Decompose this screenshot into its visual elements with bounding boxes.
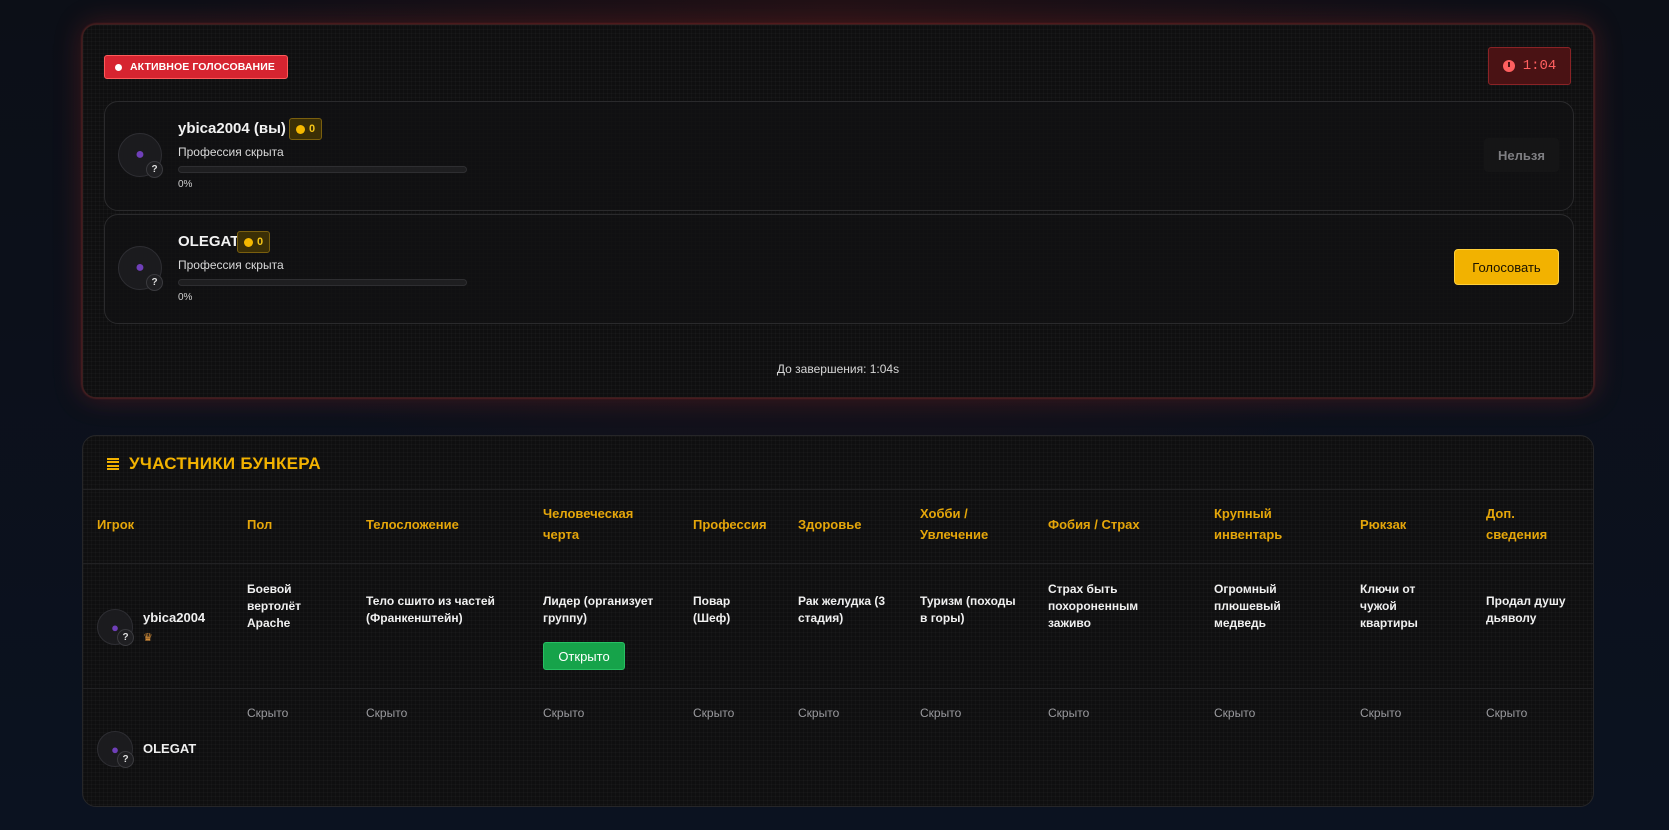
cell-gender: Боевой вертолёт Apache [247,582,301,630]
cell-hidden: Скрыто [247,706,289,720]
row-player-name: OLEGAT [143,741,197,756]
coin-icon [244,237,253,247]
active-vote-badge: АКТИВНОЕ ГОЛОСОВАНИЕ [104,55,288,79]
list-icon [107,457,119,471]
cell-hidden: Скрыто [366,706,408,720]
unknown-icon: ? [146,274,163,291]
divider [83,563,1593,564]
player-name: ybica2004 (вы) [178,120,286,137]
voting-panel: АКТИВНОЕ ГОЛОСОВАНИЕ 1:04 ● ? ybica2004 … [82,24,1594,398]
cell-hidden: Скрыто [1486,706,1528,720]
avatar: ● ? [97,609,134,646]
avatar: ● ? [97,731,134,768]
col-header-extra: Доп. сведения [1486,506,1548,542]
col-header-gender: Пол [247,517,273,532]
cell-hidden: Скрыто [693,706,735,720]
cell-hidden: Скрыто [1360,706,1402,720]
vote-timer: 1:04 [1488,47,1571,85]
active-vote-label: АКТИВНОЕ ГОЛОСОВАНИЕ [130,61,275,73]
cell-hidden: Скрыто [920,706,962,720]
timer-value: 1:04 [1522,58,1557,74]
vote-countdown-text: До завершения: 1:04s [776,362,900,376]
revealed-button[interactable]: Открыто [543,642,625,670]
cell-hobby: Туризм (походы в горы) [920,594,1016,625]
cell-hidden: Скрыто [1048,706,1090,720]
live-dot-icon [115,63,122,71]
unknown-icon: ? [117,751,134,768]
cell-health: Рак желудка (3 стадия) [798,594,886,625]
col-header-trait: Человеческая черта [543,506,634,542]
cell-phobia: Страх быть похороненным заживо [1048,582,1139,630]
vote-button[interactable]: Голосовать [1454,249,1559,285]
coin-count: 0 [257,236,264,248]
vote-progress-bar [178,279,467,286]
vote-player-card: ● ? OLEGAT 0 Профессия скрыта 0% Голосов… [104,214,1574,324]
col-header-hobby: Хобби / Увлечение [920,506,989,542]
crown-icon: ♛ [143,632,153,644]
player-name: OLEGAT [178,233,240,250]
player-profession: Профессия скрыта [178,258,284,272]
divider [83,688,1593,689]
col-header-phobia: Фобия / Страх [1048,517,1140,532]
cell-backpack: Ключи от чужой квартиры [1360,582,1418,630]
player-profession: Профессия скрыта [178,145,284,159]
vote-progress-label: 0% [178,179,193,190]
section-title-text: УЧАСТНИКИ БУНКЕРА [129,454,322,473]
cell-inventory: Огромный плюшевый медведь [1214,582,1281,630]
divider [83,489,1593,490]
col-header-body: Телосложение [366,517,459,532]
unknown-icon: ? [117,629,134,646]
vote-disabled-button: Нельзя [1484,138,1559,172]
avatar: ● ? [118,246,163,291]
cell-extra: Продал душу дьяволу [1486,594,1566,625]
col-header-profession: Профессия [693,517,767,532]
cell-body: Тело сшито из частей (Франкенштейн) [366,594,495,625]
vote-progress-bar [178,166,467,173]
cell-hidden: Скрыто [1214,706,1256,720]
col-header-inventory: Крупный инвентарь [1214,506,1283,542]
row-player-name: ybica2004 [143,610,206,625]
cell-hidden: Скрыто [543,706,585,720]
person-icon: ● [135,146,145,163]
coin-badge: 0 [237,231,271,253]
cell-hidden: Скрыто [798,706,840,720]
coin-badge: 0 [289,118,323,140]
clock-icon [1502,60,1515,72]
col-header-health: Здоровье [798,517,862,532]
person-icon: ● [135,259,145,276]
unknown-icon: ? [146,161,163,178]
coin-icon [296,124,305,134]
col-header-backpack: Рюкзак [1360,517,1407,532]
vote-player-card: ● ? ybica2004 (вы) 0 Профессия скрыта 0%… [104,101,1574,211]
col-header-player: Игрок [97,517,135,532]
section-title: УЧАСТНИКИ БУНКЕРА [107,454,321,474]
coin-count: 0 [309,123,316,135]
vote-progress-label: 0% [178,292,193,303]
avatar: ● ? [118,133,163,178]
cell-trait: Лидер (организует группу) [543,594,654,625]
participants-panel: УЧАСТНИКИ БУНКЕРА Игрок Пол Телосложение… [82,435,1594,807]
cell-profession: Повар (Шеф) [693,594,731,625]
